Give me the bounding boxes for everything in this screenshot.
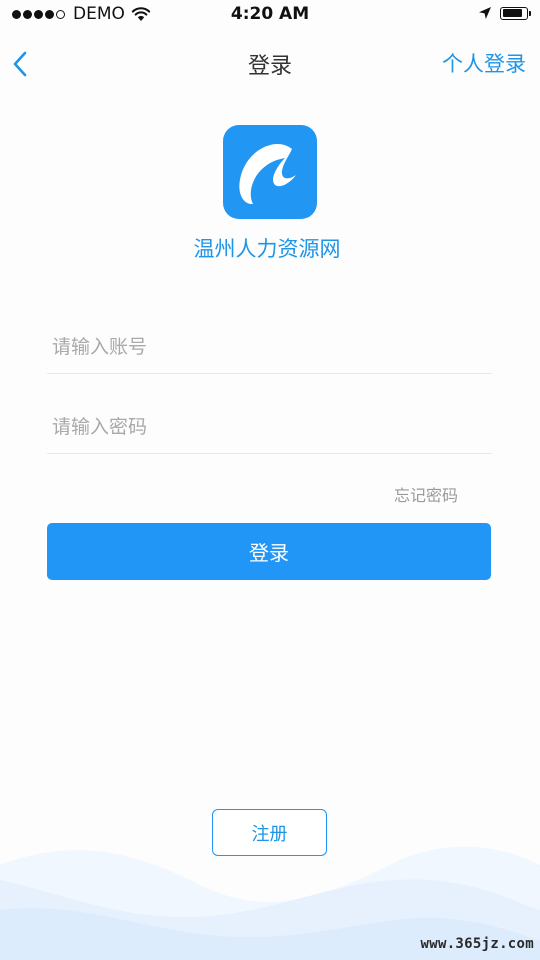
login-button[interactable]: 登录 <box>47 523 491 580</box>
status-right <box>478 6 531 20</box>
status-time: 4:20 AM <box>230 4 310 24</box>
app-logo <box>223 125 317 219</box>
location-arrow-icon <box>479 7 491 19</box>
register-button[interactable]: 注册 <box>212 809 327 856</box>
password-input[interactable] <box>47 401 492 453</box>
personal-login-link[interactable]: 个人登录 <box>442 48 526 78</box>
wave-c-logo-icon <box>239 143 296 205</box>
battery-level <box>502 9 523 17</box>
account-field <box>47 321 492 374</box>
account-input[interactable] <box>47 321 492 373</box>
watermark: www.365jz.com <box>420 936 534 952</box>
battery-tip <box>529 10 531 16</box>
status-bar: DEMO 4:20 AM <box>0 0 540 30</box>
app-name: 温州人力资源网 <box>193 237 341 261</box>
battery-icon <box>500 6 531 20</box>
forgot-password-link[interactable]: 忘记密码 <box>394 482 458 506</box>
password-field <box>47 401 492 454</box>
